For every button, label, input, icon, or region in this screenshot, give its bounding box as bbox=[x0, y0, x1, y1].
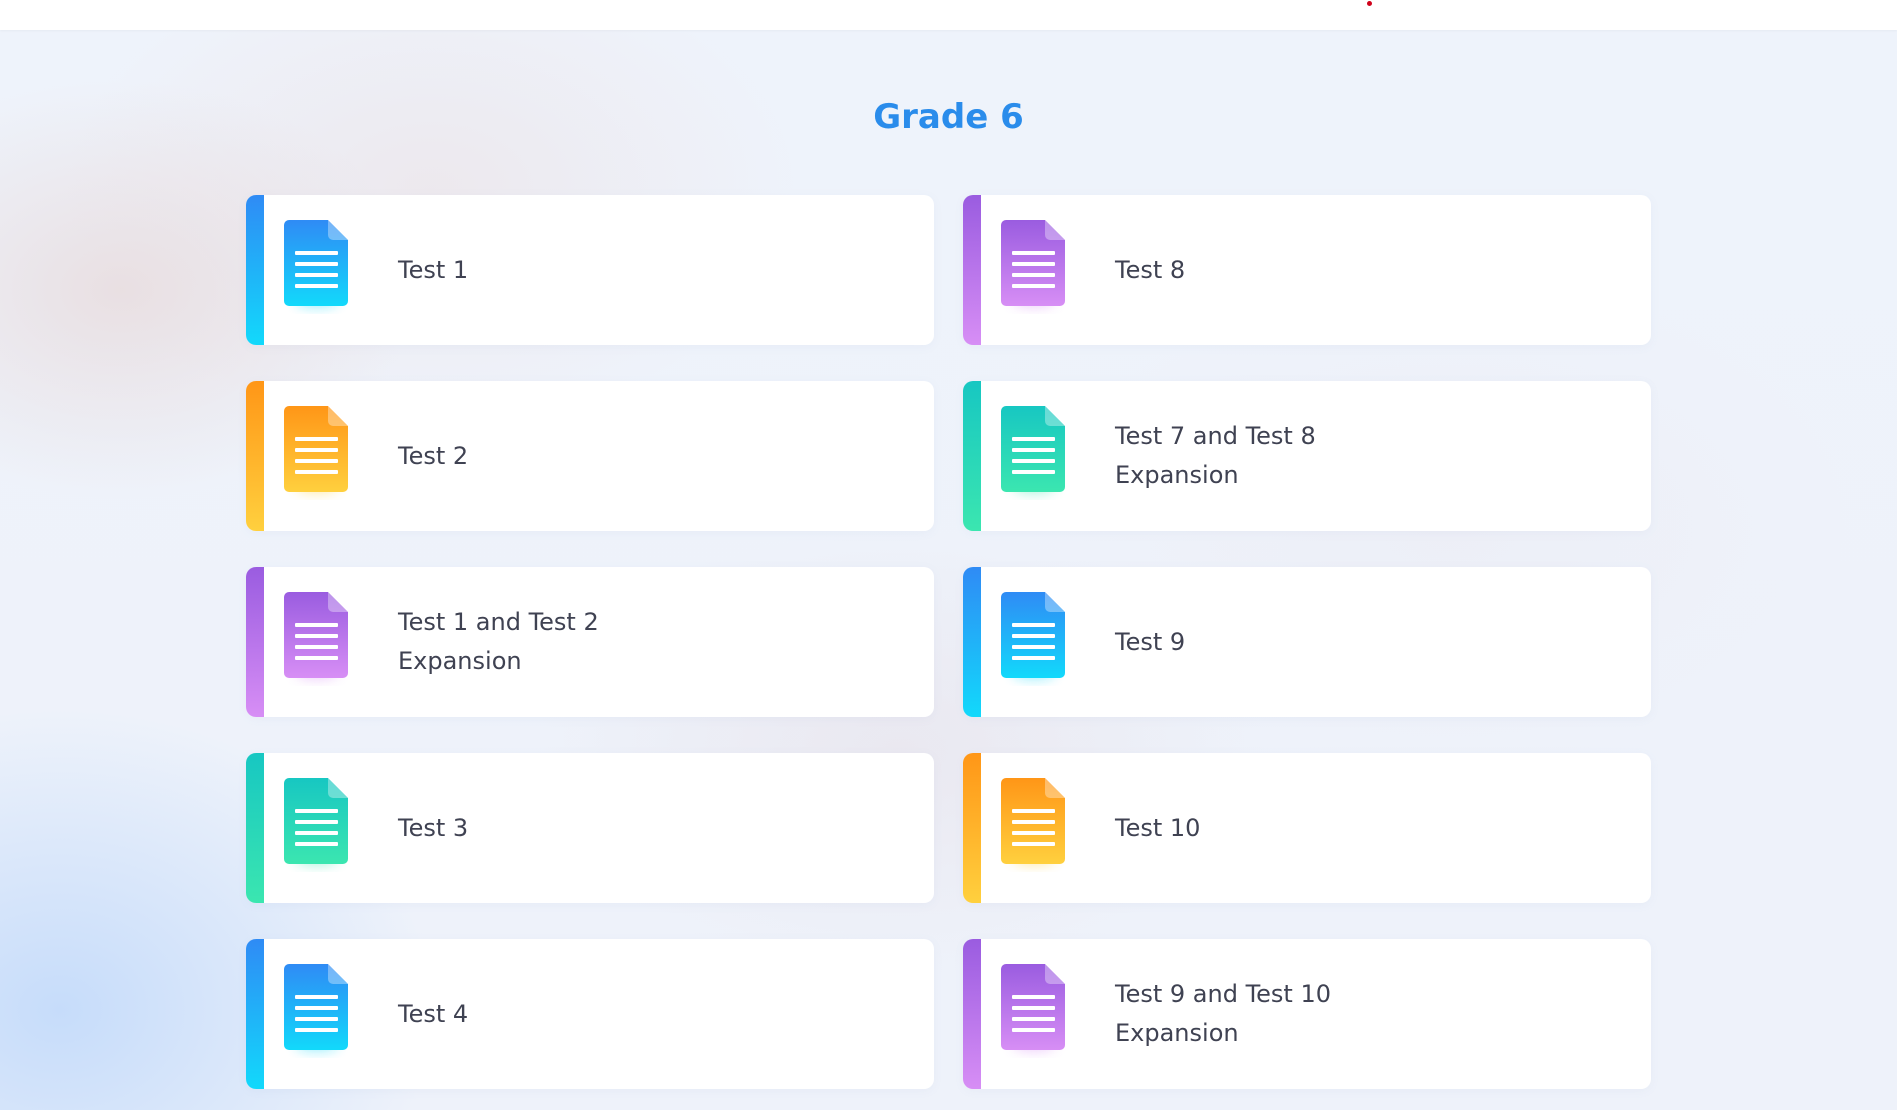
card-accent-bar bbox=[963, 939, 981, 1089]
card-label-wrap: Test 9 bbox=[1115, 567, 1615, 717]
test-card[interactable]: Test 7 and Test 8 Expansion bbox=[963, 381, 1651, 531]
document-icon bbox=[1001, 592, 1067, 680]
card-accent-bar bbox=[963, 567, 981, 717]
document-icon bbox=[1001, 220, 1067, 308]
card-label-wrap: Test 2 bbox=[398, 381, 898, 531]
card-label-wrap: Test 1 and Test 2 Expansion bbox=[398, 567, 898, 717]
document-icon bbox=[1001, 964, 1067, 1052]
document-icon bbox=[1001, 406, 1067, 494]
page-title: Grade 6 bbox=[873, 96, 1024, 137]
card-label-wrap: Test 8 bbox=[1115, 195, 1615, 345]
document-icon bbox=[284, 592, 350, 680]
test-card[interactable]: Test 4 bbox=[246, 939, 934, 1089]
card-label-wrap: Test 1 bbox=[398, 195, 898, 345]
card-label: Test 10 bbox=[1115, 813, 1201, 842]
document-icon bbox=[284, 406, 350, 494]
card-label-wrap: Test 3 bbox=[398, 753, 898, 903]
test-card[interactable]: Test 10 bbox=[963, 753, 1651, 903]
test-card[interactable]: Test 8 bbox=[963, 195, 1651, 345]
card-label-wrap: Test 9 and Test 10 Expansion bbox=[1115, 939, 1615, 1089]
card-label-wrap: Test 7 and Test 8 Expansion bbox=[1115, 381, 1615, 531]
card-label: Test 7 and Test 8 Expansion bbox=[1115, 422, 1316, 489]
card-label-wrap: Test 10 bbox=[1115, 753, 1615, 903]
test-card[interactable]: Test 2 bbox=[246, 381, 934, 531]
card-accent-bar bbox=[963, 381, 981, 531]
card-accent-bar bbox=[963, 195, 981, 345]
card-accent-bar bbox=[963, 753, 981, 903]
test-card[interactable]: Test 3 bbox=[246, 753, 934, 903]
card-accent-bar bbox=[246, 381, 264, 531]
notification-dot bbox=[1367, 1, 1372, 6]
document-icon bbox=[1001, 778, 1067, 866]
card-label: Test 4 bbox=[398, 999, 469, 1028]
card-label: Test 1 bbox=[398, 255, 469, 284]
card-label: Test 1 and Test 2 Expansion bbox=[398, 608, 599, 675]
test-card[interactable]: Test 1 and Test 2 Expansion bbox=[246, 567, 934, 717]
card-label: Test 3 bbox=[398, 813, 469, 842]
card-accent-bar bbox=[246, 753, 264, 903]
card-label: Test 2 bbox=[398, 441, 469, 470]
card-accent-bar bbox=[246, 939, 264, 1089]
top-header-bar bbox=[0, 0, 1897, 30]
card-label: Test 9 and Test 10 Expansion bbox=[1115, 980, 1331, 1047]
card-label-wrap: Test 4 bbox=[398, 939, 898, 1089]
card-label: Test 9 bbox=[1115, 627, 1186, 656]
card-accent-bar bbox=[246, 195, 264, 345]
document-icon bbox=[284, 964, 350, 1052]
test-card[interactable]: Test 1 bbox=[246, 195, 934, 345]
card-label: Test 8 bbox=[1115, 255, 1186, 284]
test-card[interactable]: Test 9 bbox=[963, 567, 1651, 717]
test-card[interactable]: Test 9 and Test 10 Expansion bbox=[963, 939, 1651, 1089]
document-icon bbox=[284, 778, 350, 866]
card-accent-bar bbox=[246, 567, 264, 717]
document-icon bbox=[284, 220, 350, 308]
